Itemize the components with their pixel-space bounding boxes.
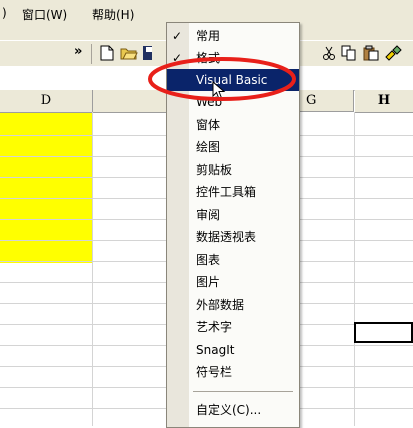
column-header-d[interactable]: D [0,90,93,113]
menu-item-picture[interactable]: 图片 [167,271,299,293]
menu-item-pivot-table[interactable]: 数据透视表 [167,226,299,248]
menu-item-snagit[interactable]: SnagIt [167,339,299,361]
menu-item-forms[interactable]: 窗体 [167,114,299,136]
copy-icon[interactable] [340,45,358,63]
menu-item-symbol-bar[interactable]: 符号栏 [167,361,299,383]
menu-help[interactable]: 帮助(H) [92,6,134,23]
menu-item-drawing[interactable]: 绘图 [167,136,299,158]
gridline [92,112,93,426]
menu-data-partial[interactable]: ) [2,6,7,20]
cut-icon[interactable] [320,45,338,63]
open-folder-icon[interactable] [120,45,138,63]
active-cell[interactable] [354,322,413,343]
new-document-icon[interactable] [98,45,116,63]
format-painter-icon[interactable] [384,45,402,63]
column-header-h[interactable]: H [355,90,413,113]
toolbar-divider [91,44,92,64]
menu-item-clipboard[interactable]: 剪贴板 [167,159,299,181]
menu-separator [193,391,293,392]
checkmark-icon: ✓ [172,29,183,43]
menu-item-wordart[interactable]: 艺术字 [167,316,299,338]
menu-item-standard[interactable]: ✓ 常用 [167,25,299,47]
paste-icon[interactable] [362,45,380,63]
menu-item-control-toolbox[interactable]: 控件工具箱 [167,181,299,203]
annotation-ellipse [148,57,296,101]
gridline [354,112,355,426]
column-header-g[interactable]: G [298,90,354,112]
menu-item-chart[interactable]: 图表 [167,249,299,271]
menu-item-reviewing[interactable]: 审阅 [167,204,299,226]
menu-window[interactable]: 窗口(W) [22,6,67,23]
menu-item-external-data[interactable]: 外部数据 [167,294,299,316]
menu-item-customize[interactable]: 自定义(C)... [167,399,299,421]
toolbar-overflow-chevron-icon[interactable]: » [74,44,82,59]
